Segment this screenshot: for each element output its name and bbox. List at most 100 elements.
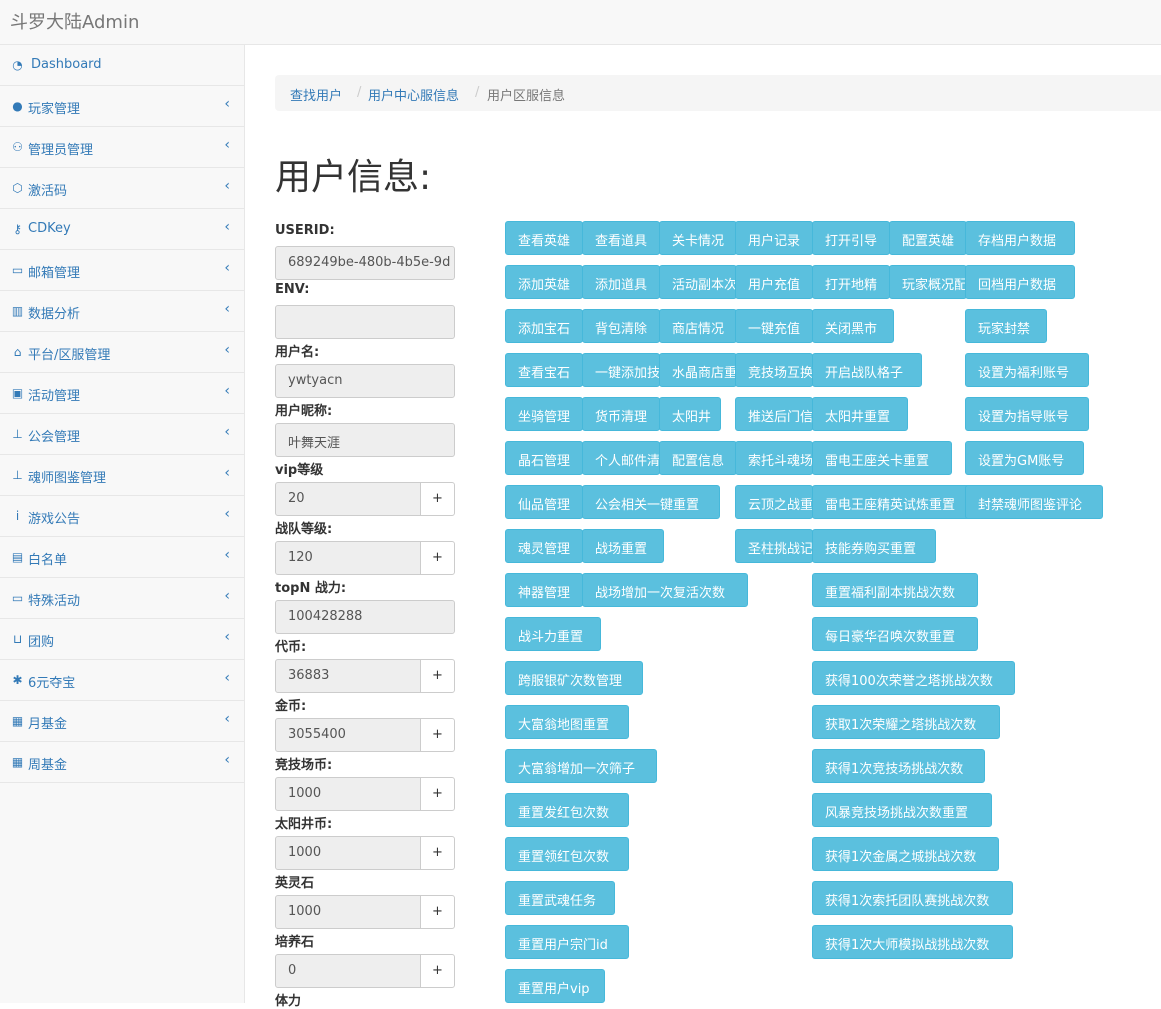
app-brand[interactable]: 斗罗大陆Admin	[10, 8, 139, 34]
action-button-1[interactable]: 查看道具	[582, 221, 660, 255]
action-button-47[interactable]: 神器管理	[505, 573, 583, 607]
breadcrumb-find-user[interactable]: 查找用户	[290, 85, 342, 104]
action-button-6[interactable]: 存档用户数据	[965, 221, 1075, 255]
increment-button[interactable]: +	[420, 541, 455, 575]
sidebar-item-8[interactable]: ▣ 活动管理 ‹	[0, 373, 244, 414]
action-button-3[interactable]: 用户记录	[735, 221, 813, 255]
increment-button[interactable]: +	[420, 777, 455, 811]
action-button-54[interactable]: 大富翁地图重置	[505, 705, 629, 739]
sidebar-item-7[interactable]: ⌂ 平台/区服管理 ‹	[0, 332, 244, 373]
increment-button[interactable]: +	[420, 954, 455, 988]
field-input[interactable]	[275, 305, 455, 339]
sidebar-item-2[interactable]: ⚇ 管理员管理 ‹	[0, 127, 244, 168]
action-button-35[interactable]: 索托斗魂场重置	[735, 441, 813, 475]
action-button-17[interactable]: 一键充值	[735, 309, 813, 343]
field-input[interactable]: ywtyacn	[275, 364, 455, 398]
action-button-10[interactable]: 用户充值	[735, 265, 813, 299]
action-button-55[interactable]: 获取1次荣耀之塔挑战次数	[812, 705, 1000, 739]
sidebar-item-17[interactable]: ▦ 周基金 ‹	[0, 742, 244, 783]
sidebar-item-16[interactable]: ▦ 月基金 ‹	[0, 701, 244, 742]
action-button-26[interactable]: 坐骑管理	[505, 397, 583, 431]
action-button-42[interactable]: 封禁魂师图鉴评论	[965, 485, 1103, 519]
sidebar-item-3[interactable]: ⬡ 激活码 ‹	[0, 168, 244, 209]
action-button-12[interactable]: 玩家概况配置	[889, 265, 967, 299]
action-button-25[interactable]: 设置为福利账号	[965, 353, 1089, 387]
action-button-24[interactable]: 开启战队格子	[812, 353, 922, 387]
action-button-15[interactable]: 背包清除	[582, 309, 660, 343]
action-button-49[interactable]: 重置福利副本挑战次数	[812, 573, 978, 607]
action-button-38[interactable]: 仙品管理	[505, 485, 583, 519]
sidebar-item-4[interactable]: ⚷ CDKey ‹	[0, 209, 244, 250]
action-button-57[interactable]: 获得1次竞技场挑战次数	[812, 749, 985, 783]
action-button-56[interactable]: 大富翁增加一次筛子	[505, 749, 657, 783]
action-button-65[interactable]: 获得1次大师模拟战挑战次数	[812, 925, 1013, 959]
increment-button[interactable]: +	[420, 718, 455, 752]
action-button-23[interactable]: 竞技场互换排名	[735, 353, 813, 387]
field-input[interactable]: 100428288	[275, 600, 455, 634]
action-button-43[interactable]: 魂灵管理	[505, 529, 583, 563]
field-input[interactable]: 36883	[275, 659, 421, 693]
sidebar-item-9[interactable]: ⊥ 公会管理 ‹	[0, 414, 244, 455]
action-button-2[interactable]: 关卡情况	[659, 221, 737, 255]
action-button-32[interactable]: 晶石管理	[505, 441, 583, 475]
action-button-46[interactable]: 技能券购买重置	[812, 529, 936, 563]
action-button-21[interactable]: 一键添加技能	[582, 353, 660, 387]
sidebar-item-0[interactable]: ◔ Dashboard	[0, 45, 244, 86]
action-button-63[interactable]: 获得1次索托团队赛挑战次数	[812, 881, 1013, 915]
sidebar-item-6[interactable]: ▥ 数据分析 ‹	[0, 291, 244, 332]
increment-button[interactable]: +	[420, 659, 455, 693]
action-button-14[interactable]: 添加宝石	[505, 309, 583, 343]
action-button-19[interactable]: 玩家封禁	[965, 309, 1047, 343]
sidebar-item-5[interactable]: ▭ 邮箱管理 ‹	[0, 250, 244, 291]
action-button-66[interactable]: 重置用户vip	[505, 969, 605, 1003]
action-button-33[interactable]: 个人邮件清除	[582, 441, 660, 475]
action-button-7[interactable]: 添加英雄	[505, 265, 583, 299]
action-button-44[interactable]: 战场重置	[582, 529, 664, 563]
field-input[interactable]: 1000	[275, 895, 421, 929]
action-button-40[interactable]: 云顶之战重置	[735, 485, 813, 519]
action-button-50[interactable]: 战斗力重置	[505, 617, 601, 651]
field-input[interactable]: 3055400	[275, 718, 421, 752]
action-button-45[interactable]: 圣柱挑战记录	[735, 529, 813, 563]
action-button-4[interactable]: 打开引导	[812, 221, 890, 255]
sidebar-item-14[interactable]: ⊔ 团购 ‹	[0, 619, 244, 660]
action-button-59[interactable]: 风暴竞技场挑战次数重置	[812, 793, 992, 827]
action-button-60[interactable]: 重置领红包次数	[505, 837, 629, 871]
action-button-27[interactable]: 货币清理	[582, 397, 660, 431]
action-button-5[interactable]: 配置英雄	[889, 221, 967, 255]
sidebar-item-10[interactable]: ⊥ 魂师图鉴管理 ‹	[0, 455, 244, 496]
action-button-16[interactable]: 商店情况	[659, 309, 737, 343]
action-button-29[interactable]: 推送后门信息	[735, 397, 813, 431]
action-button-30[interactable]: 太阳井重置	[812, 397, 908, 431]
field-input[interactable]: 1000	[275, 777, 421, 811]
action-button-62[interactable]: 重置武魂任务	[505, 881, 615, 915]
action-button-20[interactable]: 查看宝石	[505, 353, 583, 387]
action-button-52[interactable]: 跨服银矿次数管理	[505, 661, 643, 695]
action-button-11[interactable]: 打开地精	[812, 265, 890, 299]
field-input[interactable]: 叶舞天涯	[275, 423, 455, 457]
action-button-8[interactable]: 添加道具	[582, 265, 660, 299]
sidebar-item-12[interactable]: ▤ 白名单 ‹	[0, 537, 244, 578]
increment-button[interactable]: +	[420, 482, 455, 516]
sidebar-item-13[interactable]: ▭ 特殊活动 ‹	[0, 578, 244, 619]
action-button-36[interactable]: 雷电王座关卡重置	[812, 441, 952, 475]
sidebar-item-15[interactable]: ✱ 6元夺宝 ‹	[0, 660, 244, 701]
action-button-31[interactable]: 设置为指导账号	[965, 397, 1089, 431]
action-button-61[interactable]: 获得1次金属之城挑战次数	[812, 837, 999, 871]
action-button-41[interactable]: 雷电王座精英试炼重置	[812, 485, 978, 519]
action-button-18[interactable]: 关闭黑市	[812, 309, 894, 343]
sidebar-item-1[interactable]: ● 玩家管理 ‹	[0, 86, 244, 127]
action-button-48[interactable]: 战场增加一次复活次数	[582, 573, 748, 607]
action-button-28[interactable]: 太阳井	[659, 397, 721, 431]
action-button-53[interactable]: 获得100次荣誉之塔挑战次数	[812, 661, 1015, 695]
field-input[interactable]: 0	[275, 954, 421, 988]
action-button-9[interactable]: 活动副本次数	[659, 265, 737, 299]
action-button-13[interactable]: 回档用户数据	[965, 265, 1075, 299]
field-input[interactable]: 689249be-480b-4b5e-9d	[275, 246, 455, 280]
action-button-22[interactable]: 水晶商店重置	[659, 353, 737, 387]
action-button-0[interactable]: 查看英雄	[505, 221, 583, 255]
action-button-64[interactable]: 重置用户宗门id	[505, 925, 629, 959]
increment-button[interactable]: +	[420, 836, 455, 870]
field-input[interactable]: 120	[275, 541, 421, 575]
field-input[interactable]: 1000	[275, 836, 421, 870]
